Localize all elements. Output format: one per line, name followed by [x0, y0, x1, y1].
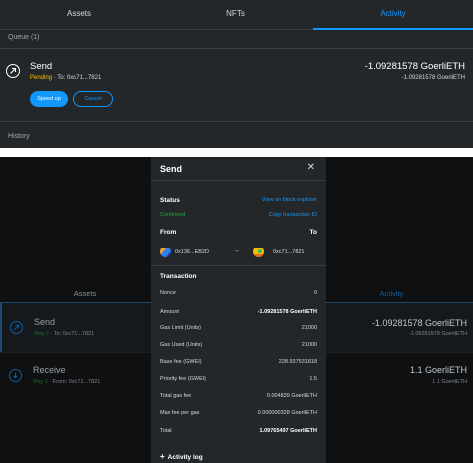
tab-assets[interactable]: Assets	[0, 0, 158, 30]
tx-amount-fiat: -1.09281578 GoerliETH	[408, 331, 467, 337]
close-icon[interactable]: ✕	[307, 163, 315, 173]
tx-amount-fiat: -1.09281578 GoerliETH	[401, 75, 465, 81]
field-label: Amount	[160, 309, 179, 315]
field-value: 1.5	[309, 376, 317, 382]
tx-title: Receive	[33, 365, 66, 375]
field-label: Total gas fee	[160, 393, 192, 399]
tab-nfts[interactable]: NFTs	[158, 0, 313, 30]
send-arrow-icon	[10, 321, 23, 334]
divider	[151, 265, 326, 266]
speed-up-button[interactable]: Speed up	[30, 91, 68, 107]
from-avatar	[160, 246, 171, 257]
field-value: 0.000000328 GoerliETH	[257, 410, 317, 416]
field-label: Priority fee (GWEI)	[160, 376, 207, 382]
to-label: To	[309, 229, 317, 236]
tx-date: May 2	[33, 379, 48, 385]
field-value: -1.09281578 GoerliETH	[257, 309, 317, 315]
history-label: History	[8, 133, 30, 140]
activity-panel: Assets NFTs Activity Queue (1) Send Pend…	[0, 0, 473, 148]
send-arrow-icon	[6, 64, 20, 78]
field-label: Gas Limit (Units)	[160, 325, 201, 331]
tx-title: Send	[30, 61, 53, 72]
copy-transaction-id-link[interactable]: Copy transaction ID	[269, 212, 317, 218]
tab-bar: Assets NFTs Activity	[0, 0, 473, 30]
to-address: 0xc71...7821	[273, 249, 305, 255]
divider	[0, 48, 473, 49]
field-value: 228.937531818	[278, 359, 317, 365]
arrow-right-icon: →	[233, 247, 240, 254]
transaction-label: Transaction	[160, 273, 197, 280]
tx-recipient: · To: 0xc71...7821	[48, 331, 95, 337]
view-block-explorer-link[interactable]: View on block explorer	[262, 197, 317, 203]
tx-title: Send	[34, 317, 56, 327]
tx-date: May 2	[34, 331, 49, 337]
transaction-details-modal: Send ✕ Status View on block explorer Con…	[151, 157, 326, 463]
from-label: From	[160, 229, 177, 236]
field-label: Gas Used (Units)	[160, 342, 203, 348]
tx-status: Pending	[30, 75, 53, 81]
field-label: Max fee per gas	[160, 410, 200, 416]
divider	[0, 121, 473, 122]
field-label: Base fee (GWEI)	[160, 359, 202, 365]
tx-recipient: · To: 0xc71...7821	[52, 75, 102, 81]
field-value: 1.09765497 GoerliETH	[259, 428, 317, 434]
plus-icon: +	[160, 452, 165, 461]
from-address: 0x136...EB2D	[175, 249, 209, 255]
field-value: 0.004839 GoerliETH	[266, 393, 317, 399]
dimmed-activity-background: Assets Activity Send May 2 · To: 0xc71..…	[0, 157, 473, 463]
to-avatar	[253, 246, 264, 257]
tx-subtitle: Pending · To: 0xc71...7821	[30, 75, 101, 81]
field-value: 21000	[301, 342, 317, 348]
field-value: 0	[313, 290, 317, 296]
field-value: 21000	[301, 325, 317, 331]
cancel-button[interactable]: Cancel	[73, 91, 113, 107]
tx-amount: 1.1 GoerliETH	[409, 365, 467, 375]
tx-amount: -1.09281578 GoerliETH	[371, 318, 467, 328]
tx-amount: -1.09281578 GoerliETH	[364, 61, 465, 72]
tx-subtitle: May 2 · To: 0xc71...7821	[34, 331, 94, 337]
tx-sender: · From: 0xc71...7821	[47, 379, 101, 385]
status-value: Confirmed	[160, 212, 186, 218]
tx-subtitle: May 2 · From: 0xc71...7821	[33, 379, 100, 385]
tx-amount-fiat: 1.1 GoerliETH	[432, 379, 467, 385]
modal-title: Send	[160, 164, 183, 174]
receive-arrow-icon	[9, 369, 22, 382]
field-label: Nonce	[160, 290, 176, 296]
tab-activity[interactable]: Activity	[313, 0, 473, 30]
activity-log-label: Activity log	[167, 454, 203, 461]
activity-log-toggle[interactable]: + Activity log	[160, 452, 203, 461]
modal-header: Send ✕	[151, 157, 326, 181]
field-label: Total	[160, 428, 172, 434]
queue-label: Queue (1)	[8, 34, 40, 41]
status-label: Status	[160, 197, 180, 204]
